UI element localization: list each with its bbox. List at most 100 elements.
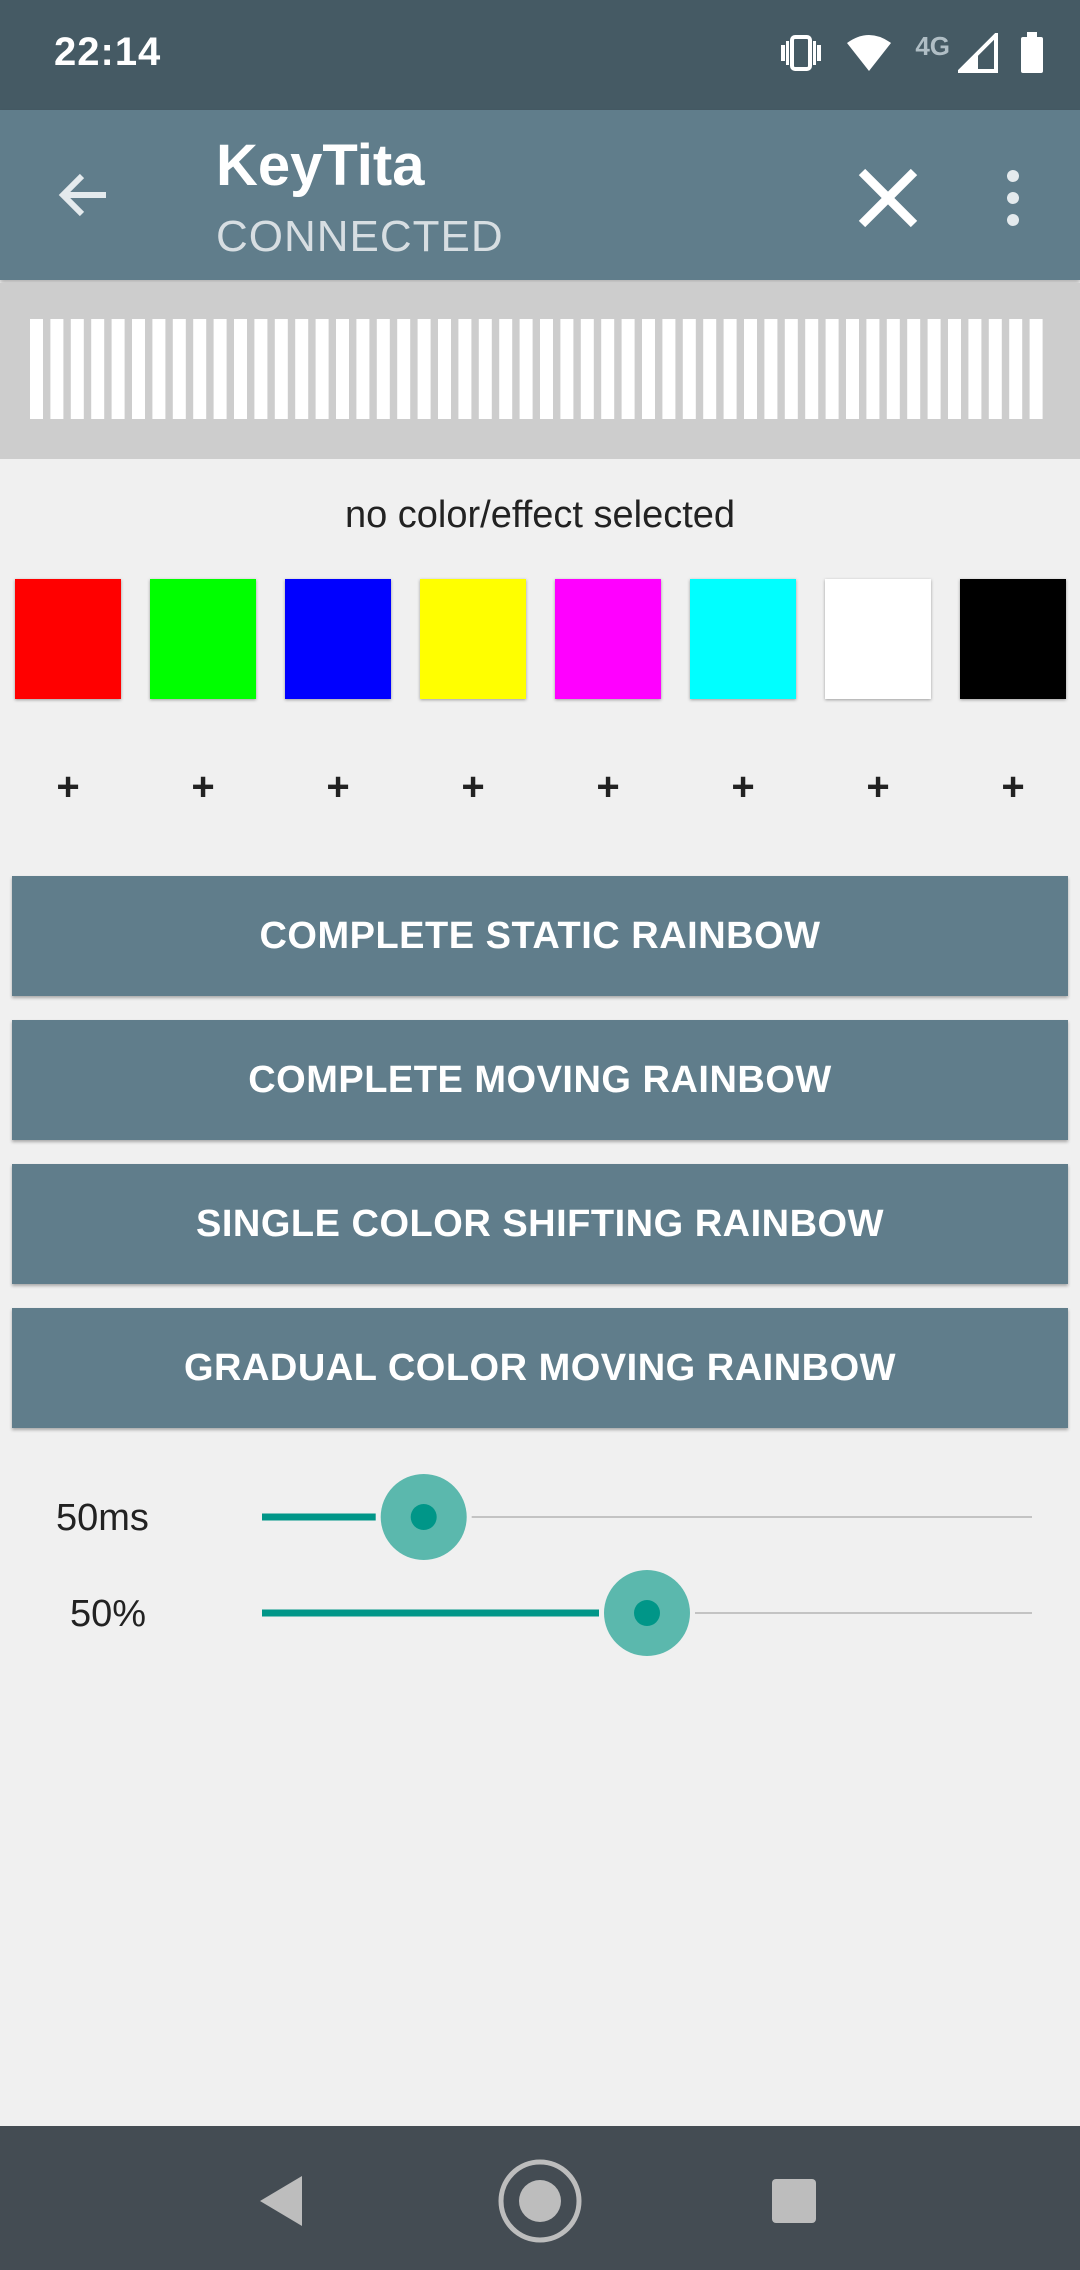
add-color-button[interactable]: +	[150, 765, 256, 810]
back-arrow-button[interactable]	[50, 160, 120, 230]
key-led-bar[interactable]	[784, 319, 798, 419]
key-led-bar[interactable]	[132, 319, 145, 419]
key-led-bar[interactable]	[988, 319, 1002, 419]
close-icon	[858, 168, 918, 228]
network-type-label: 4G	[915, 30, 950, 61]
keyboard-led-strip	[0, 283, 1080, 459]
key-led-bar[interactable]	[1009, 319, 1023, 419]
selection-status-label: no color/effect selected	[344, 494, 736, 536]
key-led-bar[interactable]	[642, 319, 655, 419]
key-led-bar[interactable]	[866, 319, 880, 419]
key-led-bar[interactable]	[682, 319, 696, 419]
back-nav-icon	[260, 2176, 302, 2226]
nav-home-button[interactable]	[495, 2156, 585, 2246]
key-led-bar[interactable]	[193, 319, 207, 419]
complete-static-rainbow-button[interactable]: COMPLETE STATIC RAINBOW	[12, 876, 1068, 996]
color-swatch-yellow[interactable]	[420, 579, 526, 699]
key-led-bar[interactable]	[580, 319, 594, 419]
brightness-slider[interactable]	[262, 1568, 1032, 1658]
brightness-slider-label: 50%	[70, 1593, 147, 1635]
gradual-color-moving-rainbow-button[interactable]: GRADUAL COLOR MOVING RAINBOW	[12, 1308, 1068, 1428]
back-arrow-icon	[58, 173, 106, 217]
signal-icon	[955, 29, 998, 78]
key-led-bar[interactable]	[274, 319, 288, 419]
key-led-bar[interactable]	[417, 319, 431, 419]
add-color-button[interactable]: +	[285, 765, 391, 810]
slider-thumb-dot[interactable]	[634, 1600, 660, 1626]
key-led-bar[interactable]	[723, 319, 737, 419]
add-color-button[interactable]: +	[960, 765, 1066, 810]
color-swatch-magenta[interactable]	[555, 579, 661, 699]
complete-moving-rainbow-button[interactable]: COMPLETE MOVING RAINBOW	[12, 1020, 1068, 1140]
key-led-bar[interactable]	[621, 319, 635, 419]
key-led-bar[interactable]	[356, 319, 370, 419]
key-led-bar[interactable]	[111, 319, 125, 419]
key-led-bar[interactable]	[805, 319, 819, 419]
key-led-bar[interactable]	[886, 319, 900, 419]
status-bar: 22:14 4G	[0, 0, 1080, 110]
add-color-button[interactable]: +	[690, 765, 796, 810]
color-swatch-green[interactable]	[150, 579, 256, 699]
device-title: KeyTita	[216, 133, 425, 198]
key-led-bar[interactable]	[478, 319, 492, 419]
color-swatch-white[interactable]	[825, 579, 931, 699]
key-led-bar[interactable]	[376, 319, 390, 419]
key-led-bar[interactable]	[50, 319, 64, 419]
key-led-bar[interactable]	[601, 319, 615, 419]
key-led-bar[interactable]	[825, 319, 839, 419]
key-led-bar[interactable]	[152, 319, 166, 419]
key-led-bar[interactable]	[560, 319, 574, 419]
more-vert-icon	[1007, 170, 1019, 226]
key-led-bar[interactable]	[703, 319, 717, 419]
key-led-bar[interactable]	[764, 319, 778, 419]
key-led-bar[interactable]	[499, 319, 513, 419]
key-led-bar[interactable]	[458, 319, 472, 419]
wifi-icon	[845, 33, 893, 78]
color-swatch-red[interactable]	[15, 579, 121, 699]
key-led-bar[interactable]	[70, 319, 84, 419]
key-led-bar[interactable]	[172, 319, 186, 419]
key-led-bars[interactable]	[30, 319, 1050, 419]
key-led-bar[interactable]	[213, 319, 227, 419]
system-nav-bar	[0, 2126, 1080, 2270]
key-led-bar[interactable]	[91, 319, 105, 419]
color-swatch-blue[interactable]	[285, 579, 391, 699]
add-color-button[interactable]: +	[420, 765, 526, 810]
single-color-shifting-rainbow-button[interactable]: SINGLE COLOR SHIFTING RAINBOW	[12, 1164, 1068, 1284]
slider-thumb-dot[interactable]	[410, 1504, 437, 1530]
key-led-bar[interactable]	[295, 319, 309, 419]
key-led-bar[interactable]	[254, 319, 268, 419]
key-led-bar[interactable]	[907, 319, 921, 419]
speed-slider-label: 50ms	[56, 1497, 149, 1539]
key-led-bar[interactable]	[30, 319, 43, 419]
key-led-bar[interactable]	[1029, 319, 1043, 419]
overflow-menu-button[interactable]	[995, 160, 1031, 236]
key-led-bar[interactable]	[438, 319, 451, 419]
status-icons: 4G	[779, 29, 1044, 80]
nav-recents-button[interactable]	[749, 2156, 839, 2246]
add-color-button[interactable]: +	[825, 765, 931, 810]
key-led-bar[interactable]	[336, 319, 349, 419]
disconnect-button[interactable]	[850, 160, 926, 236]
key-led-bar[interactable]	[540, 319, 553, 419]
key-led-bar[interactable]	[397, 319, 411, 419]
add-color-button[interactable]: +	[15, 765, 121, 810]
speed-slider[interactable]	[262, 1472, 1032, 1562]
color-swatch-cyan[interactable]	[690, 579, 796, 699]
nav-back-button[interactable]	[236, 2156, 326, 2246]
color-swatch-black[interactable]	[960, 579, 1066, 699]
key-led-bar[interactable]	[234, 319, 247, 419]
key-led-bar[interactable]	[662, 319, 676, 419]
status-time: 22:14	[54, 30, 162, 74]
add-color-button[interactable]: +	[555, 765, 661, 810]
home-nav-icon	[498, 2159, 582, 2243]
battery-icon	[1020, 31, 1044, 79]
key-led-bar[interactable]	[927, 319, 941, 419]
app-bar: KeyTita CONNECTED	[0, 110, 1080, 280]
key-led-bar[interactable]	[744, 319, 757, 419]
key-led-bar[interactable]	[315, 319, 329, 419]
key-led-bar[interactable]	[519, 319, 533, 419]
key-led-bar[interactable]	[948, 319, 961, 419]
key-led-bar[interactable]	[846, 319, 859, 419]
key-led-bar[interactable]	[968, 319, 982, 419]
